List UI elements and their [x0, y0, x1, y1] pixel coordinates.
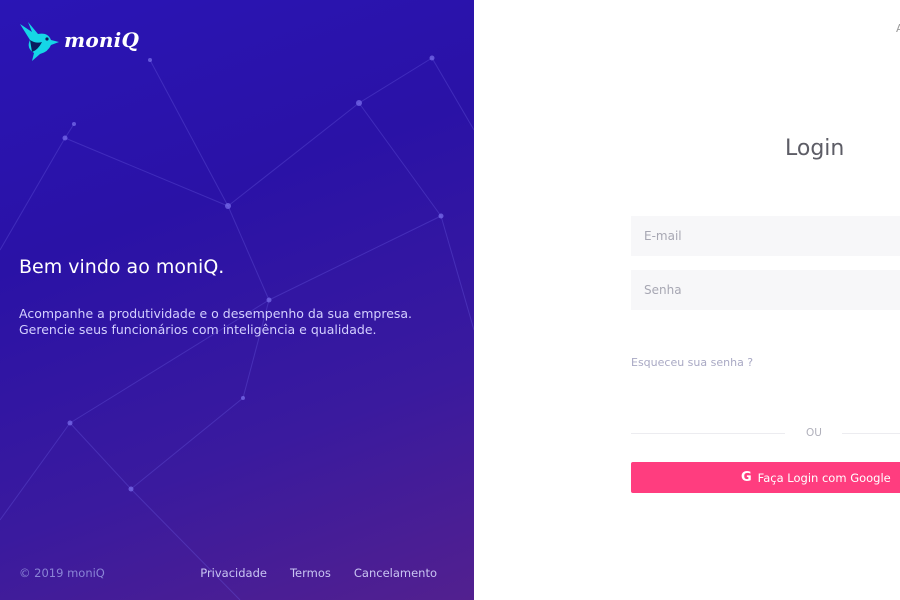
google-icon: G: [741, 470, 752, 485]
divider-right: [842, 433, 900, 434]
footer-links: Privacidade Termos Cancelamento: [200, 566, 437, 580]
brand-name: moniQ: [64, 28, 140, 52]
password-field[interactable]: [631, 270, 900, 310]
welcome-line-1: Acompanhe a produtividade e o desempenho…: [19, 306, 413, 321]
login-panel: A Login Esqueceu sua senha ? OU G Faça L…: [474, 0, 900, 600]
google-login-label: Faça Login com Google: [757, 470, 891, 485]
corner-text: A: [896, 22, 900, 35]
terms-link[interactable]: Termos: [290, 566, 331, 580]
brand-logo[interactable]: moniQ: [18, 18, 139, 62]
hummingbird-icon: [20, 22, 59, 61]
or-separator: OU: [806, 427, 822, 439]
welcome-panel: moniQ Bem vindo ao moniQ. Acompanhe a pr…: [0, 0, 474, 600]
network-background: [0, 55, 474, 600]
welcome-description: Acompanhe a produtividade e o desempenho…: [19, 306, 449, 338]
divider-left: [631, 433, 785, 434]
welcome-line-2: Gerencie seus funcionários com inteligên…: [19, 322, 377, 337]
panel-footer: © 2019 moniQ Privacidade Termos Cancelam…: [19, 566, 437, 580]
login-title: Login: [785, 136, 845, 161]
welcome-title: Bem vindo ao moniQ.: [19, 256, 225, 278]
forgot-password-link[interactable]: Esqueceu sua senha ?: [631, 356, 753, 369]
copyright-text: © 2019 moniQ: [19, 566, 105, 580]
privacy-link[interactable]: Privacidade: [200, 566, 267, 580]
email-field[interactable]: [631, 216, 900, 256]
cancellation-link[interactable]: Cancelamento: [354, 566, 437, 580]
google-login-button[interactable]: G Faça Login com Google: [631, 462, 900, 493]
